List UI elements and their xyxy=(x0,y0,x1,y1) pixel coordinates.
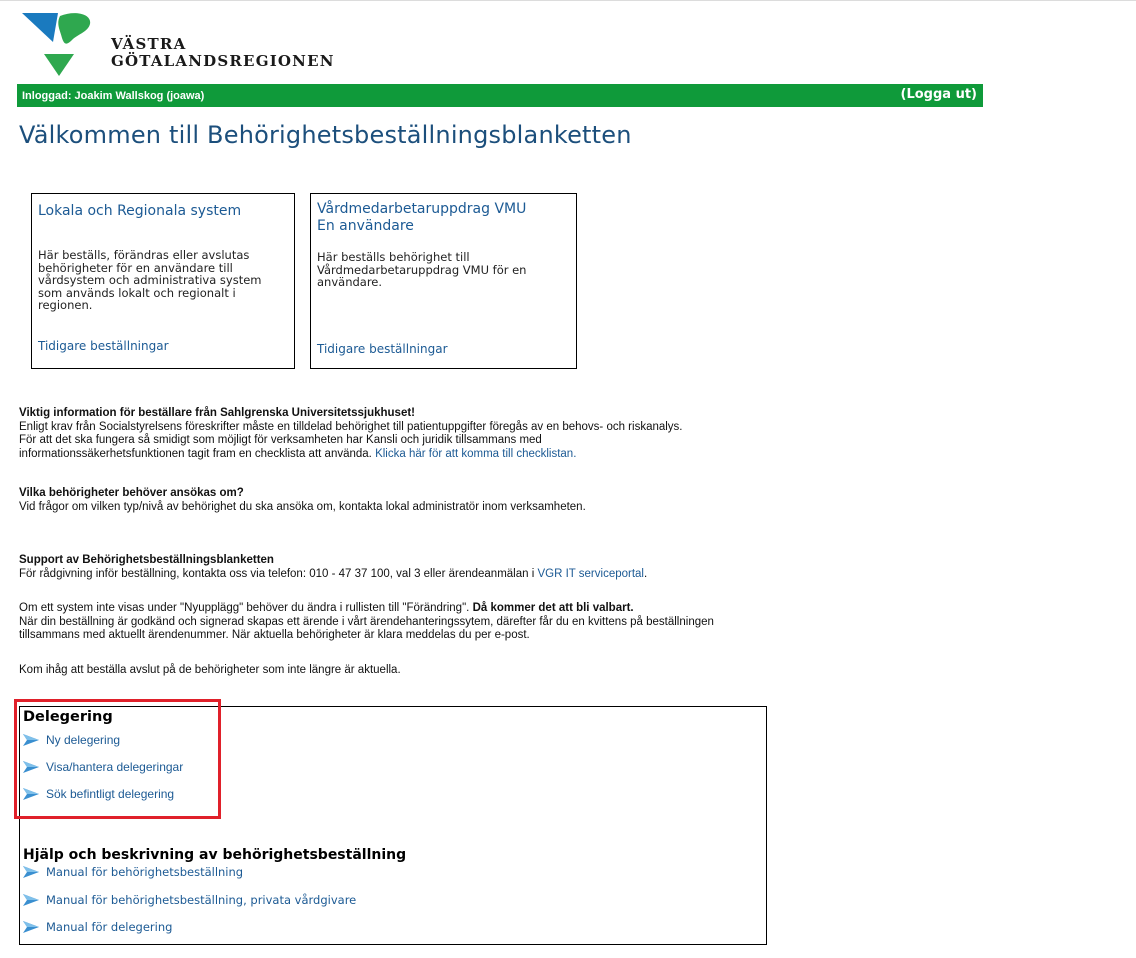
vgr-logo[interactable]: VÄSTRA GÖTALANDSREGIONEN xyxy=(20,12,340,78)
info-text: Enligt krav från Socialstyrelsens föresk… xyxy=(19,420,683,433)
card-title-link[interactable]: Vårdmedarbetaruppdrag VMU En användare xyxy=(317,201,526,235)
logo-line-2: GÖTALANDSREGIONEN xyxy=(111,52,335,70)
card-description: Här beställs behörighet till Vårdmedarbe… xyxy=(317,251,526,289)
sahlgrenska-heading: Viktig information för beställare från S… xyxy=(19,407,416,419)
arrow-icon xyxy=(23,921,39,933)
vgr-logo-icon xyxy=(22,13,91,76)
logo-wordmark: VÄSTRA GÖTALANDSREGIONEN xyxy=(111,36,335,70)
card-desc-line: användare. xyxy=(317,275,383,289)
which-heading: Vilka behörigheter behöver ansökas om? xyxy=(19,487,244,499)
support-heading: Support av Behörighetsbeställningsblanke… xyxy=(19,554,274,566)
sahlgrenska-info: Viktig information för beställare från S… xyxy=(19,407,683,461)
header-bar: Inloggad: Joakim Wallskog (joawa) (Logga… xyxy=(17,84,983,107)
card-local-regional-systems[interactable]: Lokala och Regionala system Här beställs… xyxy=(31,193,295,369)
manual-private-providers-link[interactable]: Manual för behörighetsbeställning, priva… xyxy=(22,893,356,907)
card-title: En användare xyxy=(317,218,414,234)
logout-link[interactable]: (Logga ut) xyxy=(901,87,977,102)
card-title: Vårdmedarbetaruppdrag VMU xyxy=(317,201,527,217)
nav-item-label: Manual för behörighetsbeställning xyxy=(46,865,244,879)
card-desc-line: regionen. xyxy=(38,298,93,312)
logo-line-1: VÄSTRA xyxy=(111,35,187,53)
info-text: tillsammans med aktuellt ärendenummer. N… xyxy=(19,629,530,641)
page-title: Välkommen till Behörighetsbeställningsbl… xyxy=(19,121,632,149)
previous-orders-link[interactable]: Tidigare beställningar xyxy=(38,339,169,353)
manual-delegation-link[interactable]: Manual för delegering xyxy=(22,920,172,934)
info-text: För rådgivning inför beställning, kontak… xyxy=(19,567,535,580)
card-desc-line: Här beställs behörighet till xyxy=(317,250,470,264)
info-text: Kom ihåg att beställa avslut på de behör… xyxy=(19,664,401,676)
browser-top-line xyxy=(0,0,1136,1)
nav-item-label: Manual för delegering xyxy=(46,920,173,934)
which-permissions-info: Vilka behörigheter behöver ansökas om? V… xyxy=(19,487,586,514)
info-text: informationssäkerhetsfunktionen tagit fr… xyxy=(19,447,372,460)
nav-item-label: Manual för behörighetsbeställning, priva… xyxy=(46,893,357,907)
info-text: Vid frågor om vilken typ/nivå av behörig… xyxy=(19,500,586,513)
support-info: Support av Behörighetsbeställningsblanke… xyxy=(19,554,647,581)
logged-in-user: Inloggad: Joakim Wallskog (joawa) xyxy=(22,90,205,102)
serviceportal-link[interactable]: VGR IT serviceportal xyxy=(537,568,644,580)
manual-permission-order-link[interactable]: Manual för behörighetsbeställning xyxy=(22,865,243,879)
card-title-link[interactable]: Lokala och Regionala system xyxy=(38,203,241,220)
card-description: Här beställs, förändras eller avslutas b… xyxy=(38,249,262,312)
previous-orders-link[interactable]: Tidigare beställningar xyxy=(317,342,448,356)
info-text: Om ett system inte visas under "Nyuppläg… xyxy=(19,602,470,614)
arrow-icon xyxy=(23,866,39,878)
card-vmu[interactable]: Vårdmedarbetaruppdrag VMU En användare H… xyxy=(310,193,577,369)
card-title: Lokala och Regionala system xyxy=(38,203,242,219)
card-desc-line: vårdsystem och administrativa system xyxy=(38,273,262,287)
checklist-link[interactable]: Klicka här för att komma till checklista… xyxy=(375,448,576,460)
info-text: . xyxy=(643,567,648,580)
help-heading: Hjälp och beskrivning av behörighetsbest… xyxy=(23,847,407,863)
remember-info: Kom ihåg att beställa avslut på de behör… xyxy=(19,664,401,678)
arrow-icon xyxy=(23,894,39,906)
highlight-box xyxy=(14,699,221,819)
info-text: För att det ska fungera så smidigt som m… xyxy=(19,434,542,446)
system-info: Om ett system inte visas under "Nyuppläg… xyxy=(19,602,714,643)
info-text-bold: Då kommer det att bli valbart. xyxy=(472,602,634,614)
info-text: När din beställning är godkänd och signe… xyxy=(19,615,714,628)
card-desc-line: Här beställs, förändras eller avslutas xyxy=(38,248,250,262)
